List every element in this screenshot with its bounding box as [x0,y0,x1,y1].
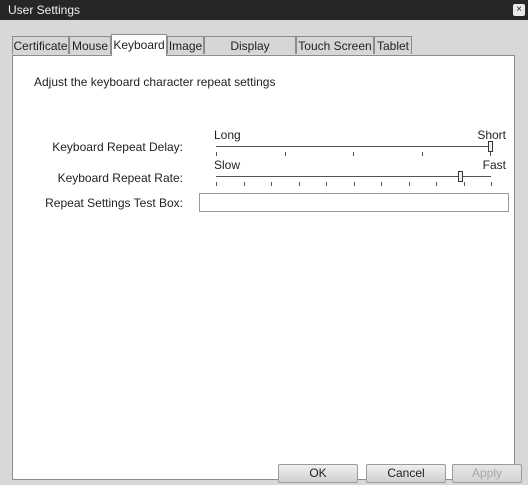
repeat-delay-min-label: Long [214,128,241,142]
dialog-body: Certificate Mouse Keyboard Image Display… [0,20,528,485]
tab-image[interactable]: Image [167,36,204,54]
title-bar: User Settings × [0,0,528,20]
tab-display-topology[interactable]: Display Topology [204,36,296,71]
tab-tablet[interactable]: Tablet [374,36,412,54]
slider-tick [271,182,272,186]
repeat-rate-min-label: Slow [214,158,241,172]
slider-tick [353,182,355,186]
slider-tick [436,182,437,186]
slider-tick [491,182,492,186]
slider-tick [381,182,382,186]
slider-tick [285,152,286,156]
slider-tick [243,182,245,186]
repeat-rate-slider[interactable] [216,176,491,177]
repeat-rate-slider-thumb[interactable] [457,171,463,182]
slider-tick [422,152,423,156]
repeat-delay-max-label: Short [477,128,506,142]
slider-tick [326,182,327,186]
tab-keyboard[interactable]: Keyboard [111,34,167,56]
slider-tick [298,182,300,186]
slider-tick [216,152,217,156]
tab-touch-screen[interactable]: Touch Screen [296,36,374,54]
apply-button[interactable]: Apply [452,464,522,483]
repeat-test-input[interactable] [199,193,509,212]
repeat-delay-slider-thumb[interactable] [488,141,493,152]
window-title: User Settings [8,3,81,17]
tab-mouse[interactable]: Mouse [69,36,111,54]
slider-tick [463,182,465,186]
slider-tick [408,182,410,186]
slider-tick [216,182,217,186]
repeat-delay-slider[interactable] [216,146,491,147]
repeat-rate-label: Keyboard Repeat Rate: [57,171,183,185]
test-box-label: Repeat Settings Test Box: [45,196,183,210]
ok-button[interactable]: OK [278,464,358,483]
panel-description: Adjust the keyboard character repeat set… [34,75,276,89]
slider-tick [490,152,491,156]
tab-certificate[interactable]: Certificate [12,36,69,54]
keyboard-panel: Adjust the keyboard character repeat set… [12,55,515,480]
repeat-delay-label: Keyboard Repeat Delay: [52,140,183,154]
close-icon[interactable]: × [513,4,525,16]
cancel-button[interactable]: Cancel [366,464,446,483]
slider-tick [353,152,354,156]
repeat-rate-max-label: Fast [482,158,506,172]
